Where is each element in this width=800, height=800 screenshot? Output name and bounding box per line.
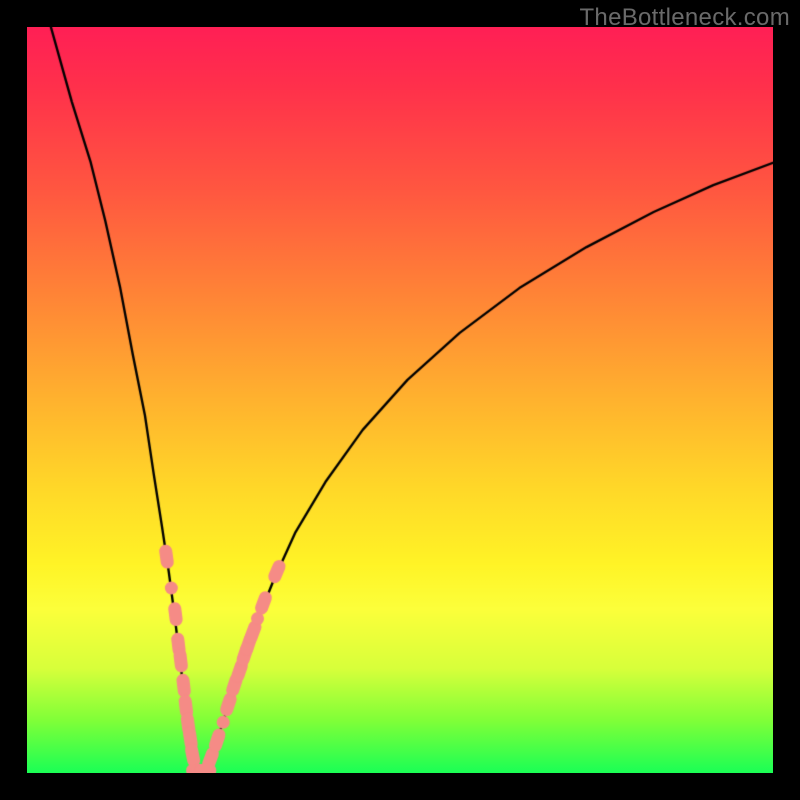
plot-area xyxy=(27,27,773,773)
chart-canvas xyxy=(27,27,773,773)
watermark-text: TheBottleneck.com xyxy=(579,4,790,32)
chart-frame: TheBottleneck.com xyxy=(0,0,800,800)
